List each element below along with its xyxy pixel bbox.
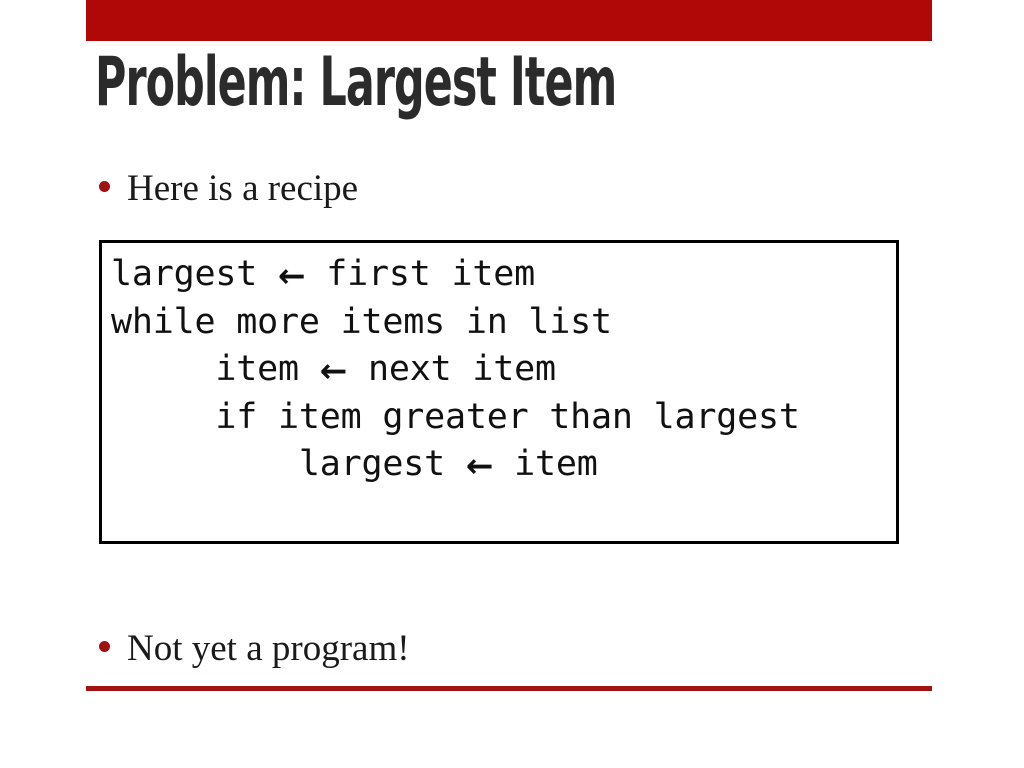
pseudocode-box: largest ← first item while more items in … [99,240,899,544]
pseudocode-text: item [493,444,598,484]
pseudocode-line: while more items in list [111,299,800,347]
pseudocode-text: item [111,349,320,389]
pseudocode-text: next item [347,349,556,389]
bullet-item-not-a-program: Not yet a program! [99,628,410,670]
pseudocode-text: largest [111,254,278,294]
pseudocode-line: largest ← item [111,441,800,489]
footer-accent-rule [86,686,932,691]
pseudocode-text: first item [305,254,536,294]
left-arrow-icon: ← [277,256,306,295]
slide-canvas: Problem: Largest Item Here is a recipe l… [0,0,1024,768]
header-accent-bar [86,0,932,41]
pseudocode-lines: largest ← first item while more items in … [111,251,800,489]
pseudocode-line: item ← next item [111,346,800,394]
left-arrow-icon: ← [465,446,494,485]
bullet-label: Not yet a program! [127,628,410,669]
page-title: Problem: Largest Item [95,43,617,122]
bullet-label: Here is a recipe [127,168,359,209]
pseudocode-text: largest [111,444,466,484]
left-arrow-icon: ← [319,351,348,390]
bullet-item-recipe: Here is a recipe [99,168,358,210]
pseudocode-text: if item greater than largest [111,396,800,437]
pseudocode-text: while more items in list [111,301,612,342]
bullet-dot-icon [99,641,110,652]
pseudocode-line: if item greater than largest [111,394,800,442]
pseudocode-line: largest ← first item [111,251,800,299]
bullet-dot-icon [99,181,110,192]
